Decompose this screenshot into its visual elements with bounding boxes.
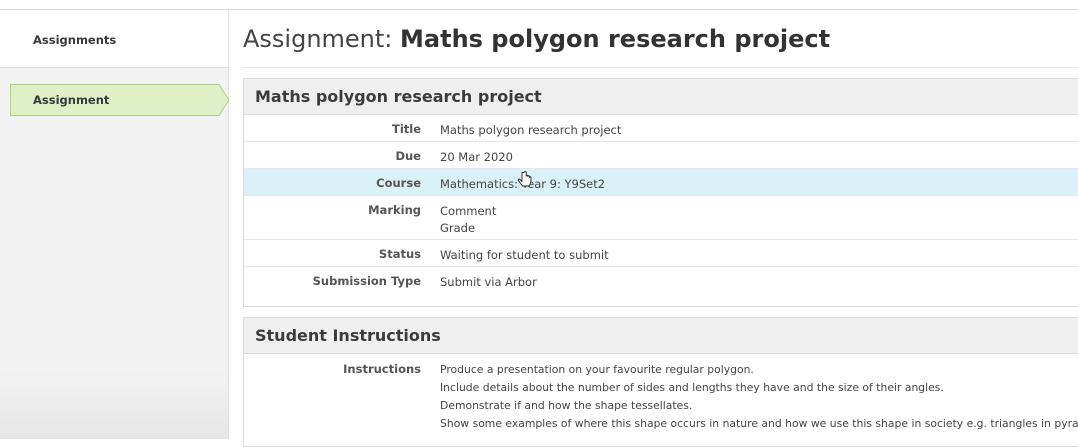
detail-label: Marking [368,203,421,217]
detail-value: Comment Grade [440,203,496,237]
instructions-text: Produce a presentation on your favourite… [440,361,1078,433]
page-title: Assignment: Maths polygon research proje… [243,25,830,53]
title-divider [243,67,1078,68]
hand-cursor-icon [517,171,532,187]
marking-value-comment: Comment [440,204,497,218]
detail-row-status: Status Waiting for student to submit [244,240,1078,267]
instruction-line: Produce a presentation on your favourite… [440,363,754,376]
sidebar: Assignments Assignment [0,10,230,439]
sidebar-item-assignments[interactable]: Assignments [0,10,228,68]
page-title-prefix: Assignment: [243,25,401,53]
sidebar-fade [0,369,228,439]
instructions-heading: Student Instructions [244,318,1078,354]
instruction-line: Include details about the number of side… [440,381,944,394]
sidebar-item-label: Assignments [33,33,117,47]
instructions-label: Instructions [343,362,421,376]
detail-label: Submission Type [312,274,421,288]
detail-value: Submit via Arbor [440,275,537,289]
page-title-name: Maths polygon research project [400,25,831,53]
instruction-line: Demonstrate if and how the shape tessell… [440,399,693,412]
assignment-details-panel: Maths polygon research project Title Mat… [243,78,1078,307]
detail-row-submission-type: Submission Type Submit via Arbor [244,267,1078,294]
student-instructions-panel: Student Instructions Instructions Produc… [243,317,1078,447]
detail-row-course[interactable]: Course Mathematics: Year 9: Y9Set2 [244,169,1078,196]
detail-value: Maths polygon research project [440,123,622,137]
details-heading: Maths polygon research project [244,79,1078,115]
marking-value-grade: Grade [440,221,476,235]
sidebar-item-assignment[interactable]: Assignment [10,84,230,116]
detail-label: Status [378,247,421,261]
detail-label: Title [391,122,421,136]
sidebar-item-label: Assignment [33,93,110,107]
detail-label: Due [395,149,421,163]
instructions-row: Instructions Produce a presentation on y… [244,354,1078,446]
instruction-line: Show some examples of where this shape o… [440,417,1078,430]
detail-row-due: Due 20 Mar 2020 [244,142,1078,169]
detail-label: Course [376,176,421,190]
detail-row-title: Title Maths polygon research project [244,115,1078,142]
main-content: Assignment: Maths polygon research proje… [243,10,1078,447]
detail-value: 20 Mar 2020 [440,150,513,164]
detail-value: Waiting for student to submit [440,248,609,262]
detail-row-marking: Marking Comment Grade [244,196,1078,240]
